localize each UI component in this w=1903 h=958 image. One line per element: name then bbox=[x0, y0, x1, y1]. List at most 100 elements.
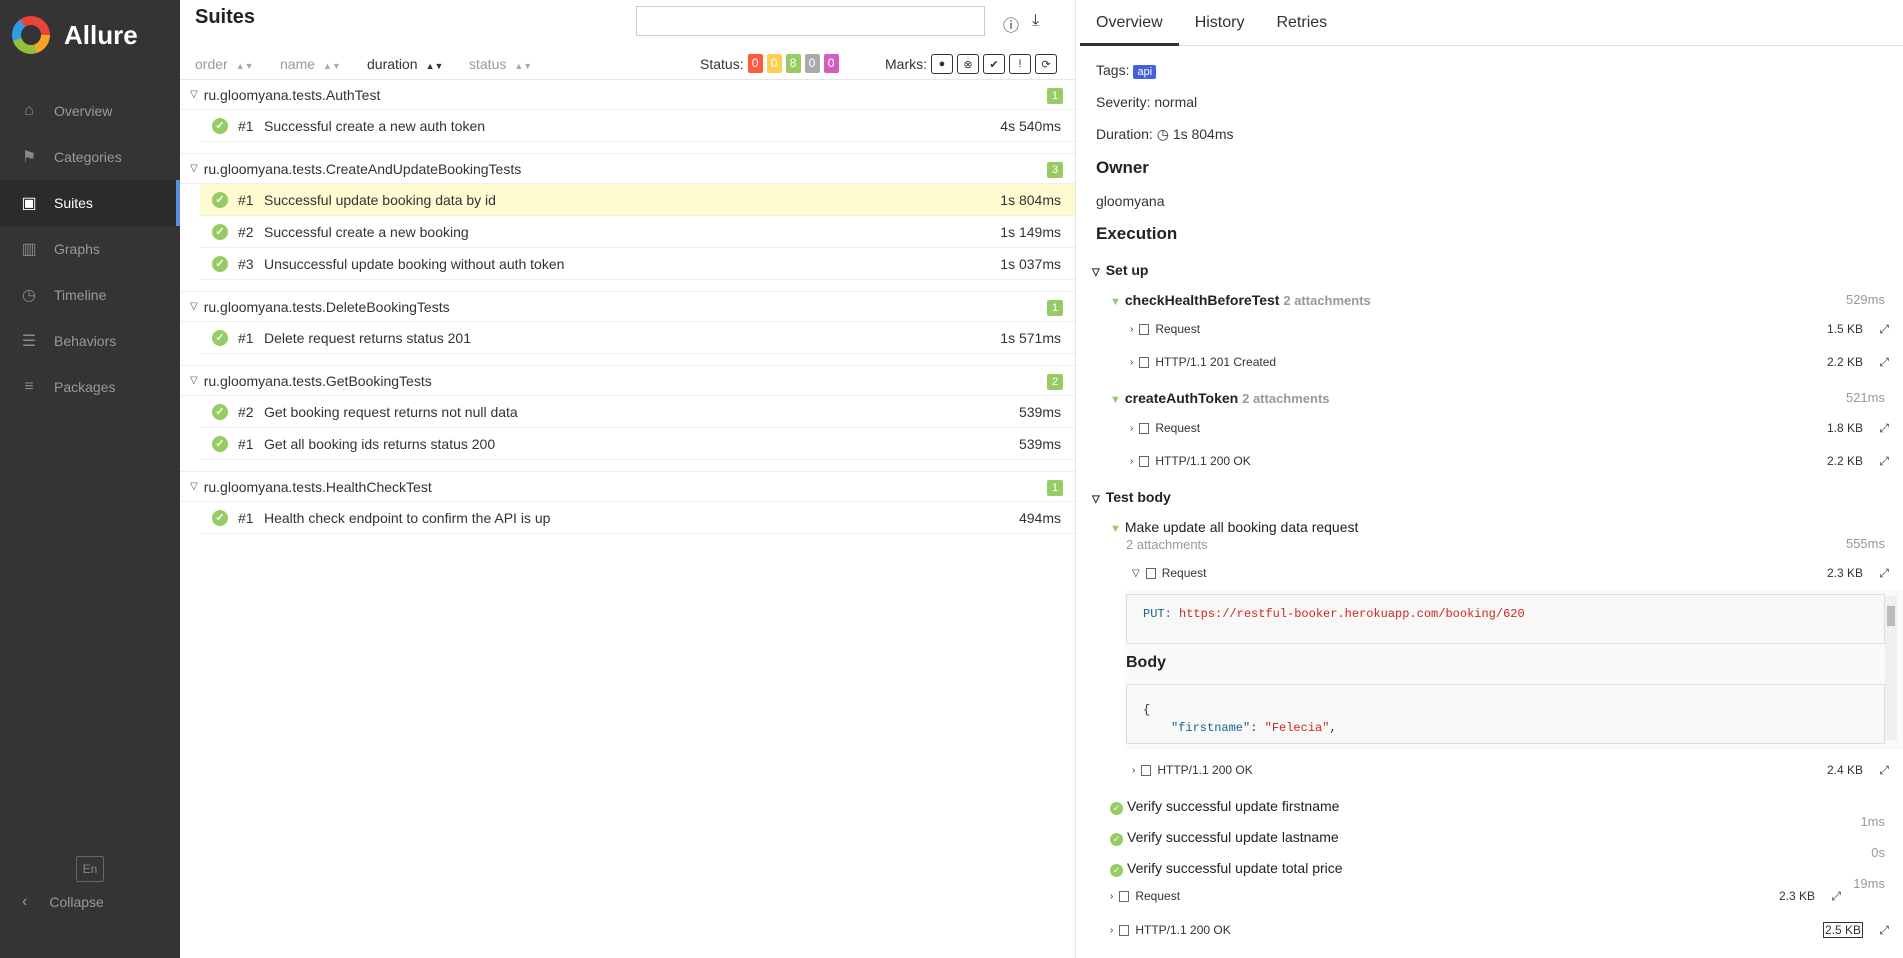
suite-count-badge: 1 bbox=[1047, 88, 1063, 104]
attachment-row[interactable]: › HTTP/1.1 200 OK 2.4 KB ⤢ bbox=[1132, 763, 1903, 778]
setup-step[interactable]: ▼ createAuthToken 2 attachments bbox=[1110, 390, 1330, 406]
test-row[interactable]: ✓ #1 Get all booking ids returns status … bbox=[200, 428, 1075, 460]
expand-icon[interactable]: ⤢ bbox=[1879, 421, 1889, 436]
attachment-scrollbar[interactable] bbox=[1885, 596, 1897, 740]
suite-group[interactable]: ▽ ru.gloomyana.tests.AuthTest 1 bbox=[180, 80, 1075, 110]
test-row[interactable]: ✓ #1 Successful update booking data by i… bbox=[200, 184, 1075, 216]
test-row[interactable]: ✓ #1 Health check endpoint to confirm th… bbox=[200, 502, 1075, 534]
group-divider bbox=[180, 280, 1075, 292]
allure-logo-icon bbox=[12, 16, 50, 54]
suite-group[interactable]: ▽ ru.gloomyana.tests.CreateAndUpdateBook… bbox=[180, 154, 1075, 184]
group-divider bbox=[180, 142, 1075, 154]
collapse-button[interactable]: ‹ Collapse bbox=[22, 893, 104, 911]
suite-group[interactable]: ▽ ru.gloomyana.tests.DeleteBookingTests … bbox=[180, 292, 1075, 322]
setup-section[interactable]: ▽ Set up bbox=[1092, 262, 1148, 278]
step-name: checkHealthBeforeTest bbox=[1124, 292, 1280, 308]
new-passed-mark-icon[interactable]: ✔ bbox=[983, 54, 1005, 74]
download-icon[interactable]: ⤓ bbox=[1032, 12, 1039, 30]
info-icon[interactable]: ⓘ bbox=[1003, 12, 1019, 36]
request-url[interactable]: https://restful-booker.herokuapp.com/boo… bbox=[1179, 607, 1525, 621]
file-icon bbox=[1119, 924, 1130, 936]
new-failed-mark-icon[interactable]: ⊗ bbox=[957, 54, 979, 74]
sidebar-item-behaviors[interactable]: ☰ Behaviors bbox=[0, 318, 180, 364]
attachment-row[interactable]: › Request 1.5 KB ⤢ bbox=[1130, 322, 1903, 337]
sort-arrows-icon: ▲▼ bbox=[235, 61, 254, 71]
json-key: "firstname" bbox=[1171, 721, 1251, 735]
expand-icon[interactable]: ⤢ bbox=[1879, 454, 1889, 469]
expand-icon[interactable]: ⤢ bbox=[1831, 889, 1841, 904]
setup-step[interactable]: ▼ checkHealthBeforeTest 2 attachments bbox=[1110, 292, 1371, 308]
status-badge-broken[interactable]: 0 bbox=[766, 54, 782, 73]
status-badge-failed[interactable]: 0 bbox=[747, 54, 763, 73]
sidebar-item-suites[interactable]: ▣ Suites bbox=[0, 180, 180, 226]
sort-order[interactable]: order ▲▼ bbox=[195, 56, 254, 72]
suite-group[interactable]: ▽ ru.gloomyana.tests.GetBookingTests 2 bbox=[180, 366, 1075, 396]
retries-mark-icon[interactable]: ⟳ bbox=[1035, 54, 1057, 74]
new-broken-mark-icon[interactable]: ! bbox=[1009, 54, 1031, 74]
sort-label: status bbox=[469, 56, 507, 72]
test-body-section[interactable]: ▽ Test body bbox=[1092, 489, 1171, 505]
scrollbar-thumb[interactable] bbox=[1887, 606, 1895, 626]
suite-count-badge: 1 bbox=[1047, 480, 1063, 496]
tab-history[interactable]: History bbox=[1179, 0, 1261, 46]
expand-icon[interactable]: ⤢ bbox=[1879, 923, 1889, 938]
test-row[interactable]: ✓ #1 Successful create a new auth token … bbox=[200, 110, 1075, 142]
test-row[interactable]: ✓ #3 Unsuccessful update booking without… bbox=[200, 248, 1075, 280]
chevron-down-icon: ▽ bbox=[190, 163, 198, 174]
status-filter: Status: 0 0 8 0 0 bbox=[700, 54, 839, 73]
tab-overview[interactable]: Overview bbox=[1080, 0, 1179, 46]
status-badge-passed[interactable]: 8 bbox=[785, 54, 801, 73]
passed-icon: ✓ bbox=[212, 403, 228, 420]
attachments-count: 2 attachments bbox=[1242, 391, 1330, 406]
status-badge-skipped[interactable]: 0 bbox=[804, 54, 820, 73]
attachment-row[interactable]: › Request 1.8 KB ⤢ bbox=[1130, 421, 1903, 436]
attachment-size[interactable]: 2.5 KB bbox=[1822, 922, 1863, 938]
group-divider bbox=[180, 354, 1075, 366]
expand-icon[interactable]: ⤢ bbox=[1879, 355, 1889, 370]
sidebar-item-categories[interactable]: ⚑ Categories bbox=[0, 134, 180, 180]
test-duration: 494ms bbox=[1018, 509, 1061, 526]
search-input[interactable] bbox=[636, 6, 985, 36]
attachment-row[interactable]: › Request 2.3 KB ⤢ bbox=[1110, 889, 1903, 904]
chevron-right-icon: › bbox=[1110, 924, 1114, 936]
status-badge-unknown[interactable]: 0 bbox=[823, 54, 839, 73]
passed-icon: ✓ bbox=[212, 223, 228, 240]
expand-icon[interactable]: ⤢ bbox=[1879, 763, 1889, 778]
expand-icon[interactable]: ⤢ bbox=[1879, 322, 1889, 337]
attachment-size: 2.4 KB bbox=[1826, 763, 1863, 777]
sidebar-item-timeline[interactable]: ◷ Timeline bbox=[0, 272, 180, 318]
attachment-row[interactable]: › HTTP/1.1 200 OK 2.2 KB ⤢ bbox=[1130, 454, 1903, 469]
body-step[interactable]: ▼ Make update all booking data request bbox=[1110, 519, 1358, 535]
attachment-size: 2.3 KB bbox=[1826, 566, 1863, 580]
suite-name: ru.gloomyana.tests.CreateAndUpdateBookin… bbox=[203, 160, 522, 177]
attachment-name: HTTP/1.1 200 OK bbox=[1135, 923, 1231, 937]
passed-icon: ✓ bbox=[212, 117, 228, 134]
test-row[interactable]: ✓ #2 Successful create a new booking 1s … bbox=[200, 216, 1075, 248]
allure-logo[interactable]: Allure bbox=[12, 16, 138, 54]
attachment-row-open[interactable]: ▽ Request 2.3 KB ⤢ bbox=[1132, 566, 1903, 581]
sort-duration[interactable]: duration ▲▼ bbox=[367, 56, 443, 72]
flaky-mark-icon[interactable]: ● bbox=[931, 54, 953, 74]
test-row[interactable]: ✓ #1 Delete request returns status 201 1… bbox=[200, 322, 1075, 354]
suite-group[interactable]: ▽ ru.gloomyana.tests.HealthCheckTest 1 bbox=[180, 472, 1075, 502]
attachment-name: Request bbox=[1161, 566, 1207, 580]
test-row[interactable]: ✓ #2 Get booking request returns not nul… bbox=[200, 396, 1075, 428]
chevron-right-icon: › bbox=[1132, 764, 1136, 776]
attachment-row[interactable]: › HTTP/1.1 200 OK 2.5 KB ⤢ bbox=[1110, 922, 1903, 938]
sort-name[interactable]: name ▲▼ bbox=[280, 56, 341, 72]
attachment-name: Request bbox=[1155, 322, 1201, 336]
verify-step[interactable]: ✓ Verify successful update lastname bbox=[1110, 829, 1339, 846]
tab-retries[interactable]: Retries bbox=[1260, 0, 1343, 46]
verify-step[interactable]: ✓ Verify successful update firstname bbox=[1110, 798, 1339, 815]
language-button[interactable]: En bbox=[76, 856, 104, 882]
sidebar-item-packages[interactable]: ≡ Packages bbox=[0, 364, 180, 410]
sidebar-item-graphs[interactable]: ▥ Graphs bbox=[0, 226, 180, 272]
detail-tabs: Overview History Retries bbox=[1080, 0, 1903, 46]
test-duration: 1s 804ms bbox=[1000, 191, 1061, 208]
sort-status[interactable]: status ▲▼ bbox=[469, 56, 532, 72]
attachment-row[interactable]: › HTTP/1.1 201 Created 2.2 KB ⤢ bbox=[1130, 355, 1903, 370]
sidebar-item-overview[interactable]: ⌂ Overview bbox=[0, 88, 180, 134]
expand-icon[interactable]: ⤢ bbox=[1879, 566, 1889, 581]
verify-step[interactable]: ✓ Verify successful update total price bbox=[1110, 860, 1343, 877]
file-icon bbox=[1139, 422, 1150, 434]
